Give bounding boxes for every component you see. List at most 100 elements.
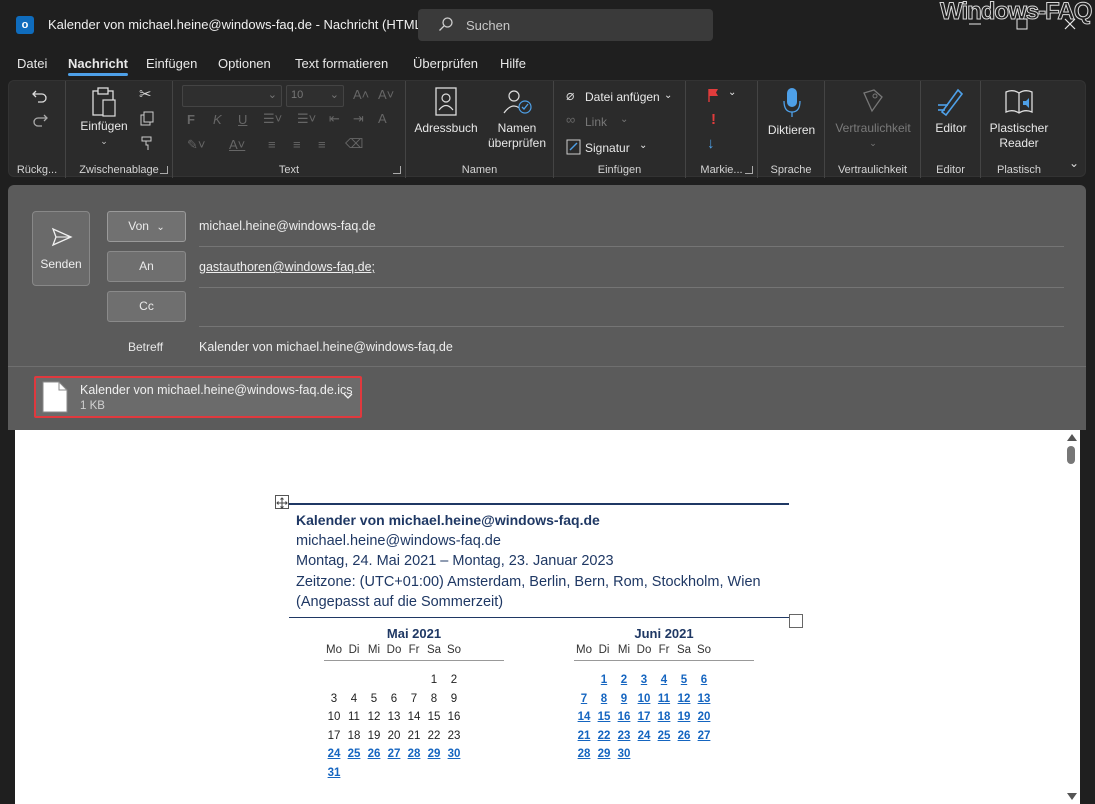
day-link[interactable]: 11 — [654, 690, 674, 709]
attachment-item[interactable]: Kalender von michael.heine@windows-faq.d… — [34, 376, 362, 418]
chevron-down-icon[interactable]: ⌄ — [639, 140, 647, 151]
ribbon-options-chevron-icon[interactable]: ⌄ — [1069, 156, 1079, 170]
copy-icon[interactable] — [139, 111, 155, 127]
day-link[interactable]: 7 — [574, 690, 594, 709]
day-cell — [444, 764, 464, 783]
search-box[interactable]: Suchen — [418, 9, 713, 41]
check-names-button[interactable]: Namen überprüfen — [484, 87, 550, 151]
text-dialog-launcher[interactable] — [393, 166, 401, 174]
day-link[interactable]: 1 — [594, 671, 614, 690]
day-cell — [404, 671, 424, 690]
redo-icon[interactable] — [31, 111, 49, 129]
day-link[interactable]: 5 — [674, 671, 694, 690]
day-link[interactable]: 24 — [634, 727, 654, 746]
document-icon — [42, 381, 68, 413]
day-cell: 7 — [410, 692, 418, 705]
day-link[interactable]: 26 — [364, 745, 384, 764]
scroll-up-arrow[interactable] — [1067, 434, 1077, 441]
scroll-thumb[interactable] — [1067, 446, 1075, 464]
low-importance-icon[interactable]: ↓ — [707, 135, 715, 152]
signature-button[interactable]: Signatur — [585, 141, 630, 155]
flag-icon[interactable] — [706, 87, 722, 103]
sensitivity-icon — [863, 89, 883, 113]
addressbook-button[interactable]: Adressbuch — [414, 87, 478, 136]
to-button[interactable]: An — [107, 251, 186, 282]
day-link[interactable]: 8 — [594, 690, 614, 709]
vertical-scrollbar[interactable] — [1063, 430, 1080, 804]
table-resize-handle[interactable] — [789, 614, 803, 628]
day-link[interactable]: 29 — [424, 745, 444, 764]
scroll-down-arrow[interactable] — [1067, 793, 1077, 800]
attach-file-button[interactable]: Datei anfügen — [585, 90, 660, 104]
day-link[interactable]: 28 — [404, 745, 424, 764]
day-link[interactable]: 18 — [654, 708, 674, 727]
chevron-down-icon[interactable]: ⌄ — [664, 90, 672, 101]
day-cell: 13 — [387, 711, 401, 723]
day-link[interactable]: 28 — [574, 745, 594, 764]
day-link[interactable]: 4 — [654, 671, 674, 690]
day-link[interactable]: 25 — [654, 727, 674, 746]
from-button[interactable]: Von ⌄ — [107, 211, 186, 242]
minimize-icon[interactable] — [965, 14, 985, 34]
day-link[interactable]: 19 — [674, 708, 694, 727]
day-link[interactable]: 10 — [634, 690, 654, 709]
tab-datei[interactable]: Datei — [17, 56, 47, 71]
day-link[interactable]: 23 — [614, 727, 634, 746]
day-link[interactable]: 2 — [614, 671, 634, 690]
format-painter-icon[interactable] — [139, 135, 155, 151]
day-cell: 21 — [407, 729, 421, 742]
undo-icon[interactable] — [31, 87, 49, 105]
day-link[interactable]: 31 — [324, 764, 344, 783]
subject-field[interactable]: Kalender von michael.heine@windows-faq.d… — [199, 340, 453, 354]
tab-hilfe[interactable]: Hilfe — [500, 56, 526, 71]
day-link[interactable]: 9 — [614, 690, 634, 709]
day-link[interactable]: 30 — [444, 745, 464, 764]
high-importance-icon[interactable]: ! — [711, 111, 716, 128]
weekday-label: Sa — [676, 644, 692, 656]
cc-button[interactable]: Cc — [107, 291, 186, 322]
font-size-combo[interactable]: 10 ⌄ — [286, 85, 344, 107]
day-link[interactable]: 21 — [574, 727, 594, 746]
day-link[interactable]: 29 — [594, 745, 614, 764]
to-field[interactable]: gastauthoren@windows-faq.de; — [199, 260, 375, 274]
day-link[interactable]: 27 — [384, 745, 404, 764]
chevron-down-icon[interactable]: ⌄ — [728, 87, 736, 98]
day-link[interactable]: 6 — [694, 671, 714, 690]
day-link[interactable]: 27 — [694, 727, 714, 746]
send-button[interactable]: Senden — [32, 211, 90, 286]
day-link[interactable]: 26 — [674, 727, 694, 746]
day-link[interactable]: 14 — [574, 708, 594, 727]
check-names-icon — [503, 90, 532, 114]
day-link[interactable]: 22 — [594, 727, 614, 746]
clipboard-dialog-launcher[interactable] — [160, 166, 168, 174]
day-link[interactable]: 13 — [694, 690, 714, 709]
maximize-icon[interactable] — [1012, 14, 1032, 34]
day-link[interactable]: 16 — [614, 708, 634, 727]
close-icon[interactable] — [1060, 14, 1080, 34]
tab-einfuegen[interactable]: Einfügen — [146, 56, 197, 71]
day-link[interactable]: 3 — [634, 671, 654, 690]
editor-button[interactable]: Editor — [921, 87, 981, 136]
paste-button[interactable]: Einfügen ⌄ — [74, 87, 134, 149]
day-link[interactable]: 12 — [674, 690, 694, 709]
cut-icon[interactable]: ✂ — [139, 85, 152, 103]
chevron-down-icon[interactable] — [342, 390, 354, 402]
immersive-reader-button[interactable]: Plastischer Reader — [981, 87, 1057, 151]
tab-ueberpruefen[interactable]: Überprüfen — [413, 56, 478, 71]
day-link[interactable]: 17 — [634, 708, 654, 727]
day-link[interactable]: 15 — [594, 708, 614, 727]
day-link[interactable]: 30 — [614, 745, 634, 764]
tab-optionen[interactable]: Optionen — [218, 56, 271, 71]
day-link[interactable]: 24 — [324, 745, 344, 764]
table-move-handle[interactable] — [275, 495, 289, 509]
dictate-button[interactable]: Diktieren — [758, 87, 825, 138]
tab-nachricht[interactable]: Nachricht — [68, 56, 128, 76]
tags-dialog-launcher[interactable] — [745, 166, 753, 174]
font-name-combo[interactable]: ⌄ — [182, 85, 282, 107]
numbering-icon: ☰˅ — [297, 111, 317, 126]
day-link[interactable]: 20 — [694, 708, 714, 727]
search-icon — [439, 17, 453, 31]
day-link[interactable]: 25 — [344, 745, 364, 764]
from-value[interactable]: michael.heine@windows-faq.de — [199, 219, 376, 233]
tab-text-formatieren[interactable]: Text formatieren — [295, 56, 388, 71]
